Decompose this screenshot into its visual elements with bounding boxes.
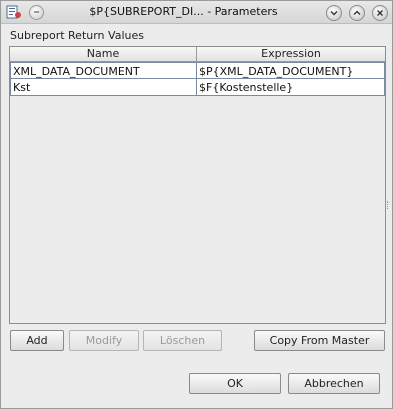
table-row[interactable]: XML_DATA_DOCUMENT $P{XML_DATA_DOCUMENT} <box>10 62 385 79</box>
cancel-button[interactable]: Abbrechen <box>288 373 380 394</box>
modify-button[interactable]: Modify <box>69 330 139 351</box>
parameters-dialog: $P{SUBREPORT_DI... - Parameters Subrepor… <box>0 0 393 409</box>
section-label: Subreport Return Values <box>10 29 144 42</box>
window-menu-icon[interactable] <box>29 5 44 20</box>
cell-name[interactable]: Kst <box>10 79 197 96</box>
column-header-expression[interactable]: Expression <box>197 47 385 61</box>
ok-button[interactable]: OK <box>189 373 281 394</box>
table-header: Name Expression <box>10 47 385 62</box>
add-button[interactable]: Add <box>10 330 64 351</box>
delete-button[interactable]: Löschen <box>143 330 222 351</box>
window-title: $P{SUBREPORT_DI... - Parameters <box>89 5 278 18</box>
return-values-table[interactable]: Name Expression XML_DATA_DOCUMENT $P{XML… <box>9 46 386 324</box>
cell-expression[interactable]: $F{Kostenstelle} <box>196 79 385 96</box>
resize-grip[interactable] <box>387 201 390 209</box>
cell-name[interactable]: XML_DATA_DOCUMENT <box>10 62 197 79</box>
cell-expression[interactable]: $P{XML_DATA_DOCUMENT} <box>196 62 385 79</box>
column-header-name[interactable]: Name <box>10 47 197 61</box>
minimize-icon[interactable] <box>326 5 342 21</box>
jasper-report-icon <box>6 4 22 20</box>
title-bar[interactable]: $P{SUBREPORT_DI... - Parameters <box>1 1 392 24</box>
table-row[interactable]: Kst $F{Kostenstelle} <box>10 79 385 96</box>
copy-from-master-button[interactable]: Copy From Master <box>254 330 385 351</box>
maximize-icon[interactable] <box>349 5 365 21</box>
close-icon[interactable] <box>372 5 388 21</box>
